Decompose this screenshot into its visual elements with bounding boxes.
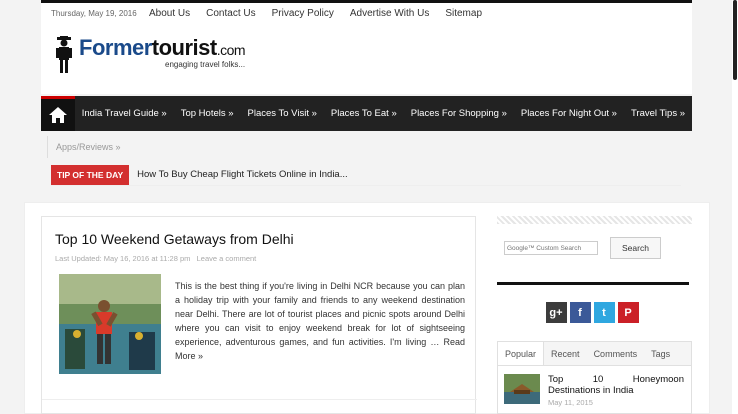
nav-item-apps-reviews[interactable]: Apps/Reviews »	[47, 136, 121, 158]
tourist-logo-icon	[53, 36, 75, 74]
pinterest-icon[interactable]: P	[617, 302, 639, 323]
tip-of-the-day: TIP OF THE DAY How To Buy Cheap Flight T…	[51, 164, 681, 186]
sidebar: Search g+ f t P Popular Recent Comments …	[497, 216, 692, 414]
nav-item-places-to-visit[interactable]: Places To Visit »	[241, 108, 324, 119]
post-updated: Last Updated: May 16, 2016 at 11:28 pm	[55, 254, 191, 263]
tabbed-widget: Popular Recent Comments Tags Top 10 Hone…	[497, 341, 692, 414]
logo-tagline: engaging travel folks...	[165, 60, 246, 69]
top-link-about[interactable]: About Us	[141, 8, 198, 19]
search-button[interactable]: Search	[610, 237, 661, 259]
leave-comment-link[interactable]: Leave a comment	[197, 254, 257, 263]
page: Thursday, May 19, 2016 About Us Contact …	[0, 0, 738, 414]
top-link-contact[interactable]: Contact Us	[198, 8, 263, 19]
top-link-advertise[interactable]: Advertise With Us	[342, 8, 437, 19]
facebook-icon[interactable]: f	[569, 302, 591, 323]
tip-link[interactable]: How To Buy Cheap Flight Tickets Online i…	[129, 169, 348, 180]
nav-item-places-to-eat[interactable]: Places To Eat »	[324, 108, 404, 119]
twitter-icon[interactable]: t	[593, 302, 615, 323]
tip-label: TIP OF THE DAY	[51, 164, 130, 185]
tab-comments[interactable]: Comments	[587, 342, 645, 365]
top-link-sitemap[interactable]: Sitemap	[437, 8, 490, 19]
search-widget: Search	[497, 234, 692, 262]
divider	[497, 282, 689, 285]
top-bar: Thursday, May 19, 2016 About Us Contact …	[41, 0, 692, 24]
divider	[42, 399, 477, 400]
social-icons: g+ f t P	[497, 302, 687, 323]
nav-item-india-travel-guide[interactable]: India Travel Guide »	[75, 108, 174, 119]
home-icon	[48, 107, 67, 123]
nav-item-travel-tips[interactable]: Travel Tips »	[624, 108, 692, 119]
tab-recent[interactable]: Recent	[544, 342, 587, 365]
tab-popular[interactable]: Popular	[498, 342, 545, 365]
current-date: Thursday, May 19, 2016	[51, 9, 137, 18]
site-logo[interactable]: Formertourist.com engaging travel folks.…	[53, 35, 246, 74]
tab-tags[interactable]: Tags	[644, 342, 677, 365]
search-input[interactable]	[504, 241, 598, 255]
logo-wordmark: Formertourist.com	[79, 35, 246, 60]
tab-row: Popular Recent Comments Tags	[498, 342, 691, 366]
google-plus-icon[interactable]: g+	[545, 302, 567, 323]
popular-thumbnail[interactable]	[504, 374, 540, 404]
list-item[interactable]: Top 10 Honeymoon Destinations in India M…	[498, 366, 691, 414]
scrollbar-thumb[interactable]	[733, 0, 737, 80]
site-header: Thursday, May 19, 2016 About Us Contact …	[41, 0, 692, 186]
post-excerpt: This is the best thing if you're living …	[175, 281, 465, 361]
nav-item-places-for-shopping[interactable]: Places For Shopping »	[404, 108, 514, 119]
popular-item-date: May 11, 2015	[548, 398, 593, 407]
header: Formertourist.com engaging travel folks.…	[41, 24, 692, 94]
top-link-privacy[interactable]: Privacy Policy	[264, 8, 342, 19]
popular-item-title[interactable]: Top 10 Honeymoon Destinations in India	[548, 374, 684, 396]
nav-item-places-for-night-out[interactable]: Places For Night Out »	[514, 108, 624, 119]
top-nav: About Us Contact Us Privacy Policy Adver…	[141, 8, 490, 19]
scrollbar[interactable]	[732, 0, 738, 414]
post-thumbnail[interactable]	[59, 274, 161, 374]
sidebar-stripe	[497, 216, 692, 224]
post-meta: Last Updated: May 16, 2016 at 11:28 pm L…	[55, 254, 256, 263]
main-nav: India Travel Guide » Top Hotels » Places…	[41, 96, 692, 131]
post-card: Top 10 Weekend Getaways from Delhi Last …	[41, 216, 477, 414]
nav-home[interactable]	[41, 96, 75, 131]
nav-item-top-hotels[interactable]: Top Hotels »	[174, 108, 241, 119]
post-title[interactable]: Top 10 Weekend Getaways from Delhi	[55, 231, 294, 247]
